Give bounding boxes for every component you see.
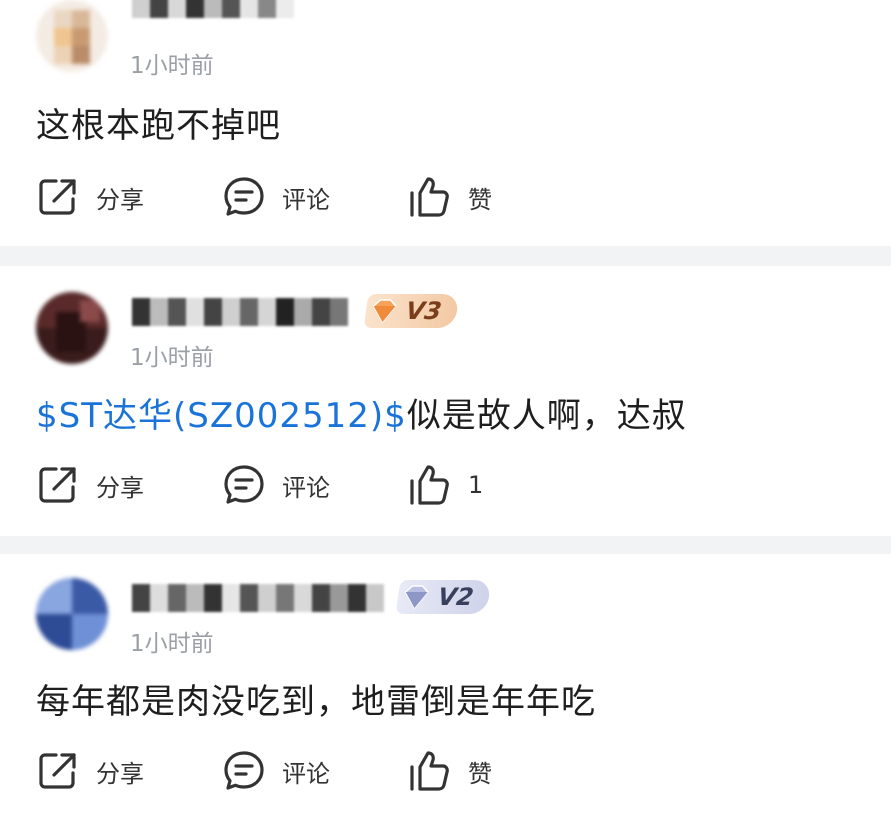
stock-link[interactable]: $ST达华(SZ002512)$ bbox=[36, 396, 407, 436]
share-icon bbox=[39, 753, 76, 789]
comment-header: 1小时前 bbox=[36, 0, 856, 80]
comment-icon bbox=[224, 465, 264, 504]
username-blurred[interactable] bbox=[132, 584, 384, 612]
diamond-icon bbox=[404, 585, 429, 610]
comment-text: $ST达华(SZ002512)$似是故人啊，达叔 bbox=[36, 388, 687, 437]
avatar[interactable] bbox=[36, 0, 108, 72]
timestamp: 1小时前 bbox=[130, 53, 214, 79]
like-icon bbox=[410, 751, 449, 791]
share-button[interactable]: 分享 bbox=[36, 746, 144, 796]
action-bar: 分享 评论 赞 bbox=[36, 172, 736, 222]
comment-button[interactable]: 评论 bbox=[222, 746, 330, 796]
like-button[interactable]: 赞 bbox=[408, 172, 492, 222]
action-bar: 分享 评论 赞 bbox=[36, 746, 736, 796]
comment-card: V3 1小时前 $ST达华(SZ002512)$似是故人啊，达叔 分享 评论 1 bbox=[0, 266, 891, 536]
comment-button[interactable]: 评论 bbox=[222, 460, 330, 510]
comment-card: 1小时前 这根本跑不掉吧 分享 评论 赞 bbox=[0, 0, 891, 246]
like-button[interactable]: 1 bbox=[408, 460, 483, 510]
comment-button[interactable]: 评论 bbox=[222, 172, 330, 222]
like-button[interactable]: 赞 bbox=[408, 746, 492, 796]
comment-label: 评论 bbox=[282, 473, 330, 502]
comment-body: 似是故人啊，达叔 bbox=[406, 396, 687, 436]
avatar[interactable] bbox=[36, 578, 108, 650]
badge-label: V2 bbox=[436, 583, 476, 611]
timestamp: 1小时前 bbox=[130, 631, 214, 657]
action-bar: 分享 评论 1 bbox=[36, 460, 736, 510]
share-label: 分享 bbox=[96, 185, 144, 214]
comment-text: 这根本跑不掉吧 bbox=[36, 98, 281, 147]
share-button[interactable]: 分享 bbox=[36, 460, 144, 510]
badge-label: V3 bbox=[404, 297, 444, 325]
comment-body: 这根本跑不掉吧 bbox=[36, 106, 281, 146]
diamond-icon bbox=[372, 299, 397, 324]
comment-icon bbox=[224, 751, 264, 790]
like-label: 赞 bbox=[468, 185, 492, 214]
comment-header: V2 1小时前 bbox=[36, 578, 856, 658]
like-label: 赞 bbox=[468, 759, 492, 788]
like-icon bbox=[410, 465, 449, 505]
username-blurred[interactable] bbox=[132, 298, 348, 326]
like-count: 1 bbox=[468, 471, 484, 499]
comment-body: 每年都是肉没吃到，地雷倒是年年吃 bbox=[36, 682, 596, 722]
share-button[interactable]: 分享 bbox=[36, 172, 144, 222]
avatar[interactable] bbox=[36, 292, 108, 364]
timestamp: 1小时前 bbox=[130, 345, 214, 371]
comment-icon bbox=[224, 177, 264, 216]
share-label: 分享 bbox=[96, 759, 144, 788]
share-icon bbox=[39, 467, 76, 503]
comment-feed: 1小时前 这根本跑不掉吧 分享 评论 赞 V3 1小时前 $ST达华(SZ002… bbox=[0, 0, 891, 814]
level-badge: V3 bbox=[363, 294, 460, 328]
comment-card: V2 1小时前 每年都是肉没吃到，地雷倒是年年吃 分享 评论 赞 bbox=[0, 554, 891, 814]
like-icon bbox=[410, 177, 449, 217]
comment-header: V3 1小时前 bbox=[36, 292, 856, 372]
level-badge: V2 bbox=[395, 580, 492, 614]
comment-label: 评论 bbox=[282, 759, 330, 788]
comment-text: 每年都是肉没吃到，地雷倒是年年吃 bbox=[36, 674, 596, 723]
share-label: 分享 bbox=[96, 473, 144, 502]
username-blurred[interactable] bbox=[132, 0, 294, 18]
share-icon bbox=[39, 179, 76, 215]
comment-label: 评论 bbox=[282, 185, 330, 214]
